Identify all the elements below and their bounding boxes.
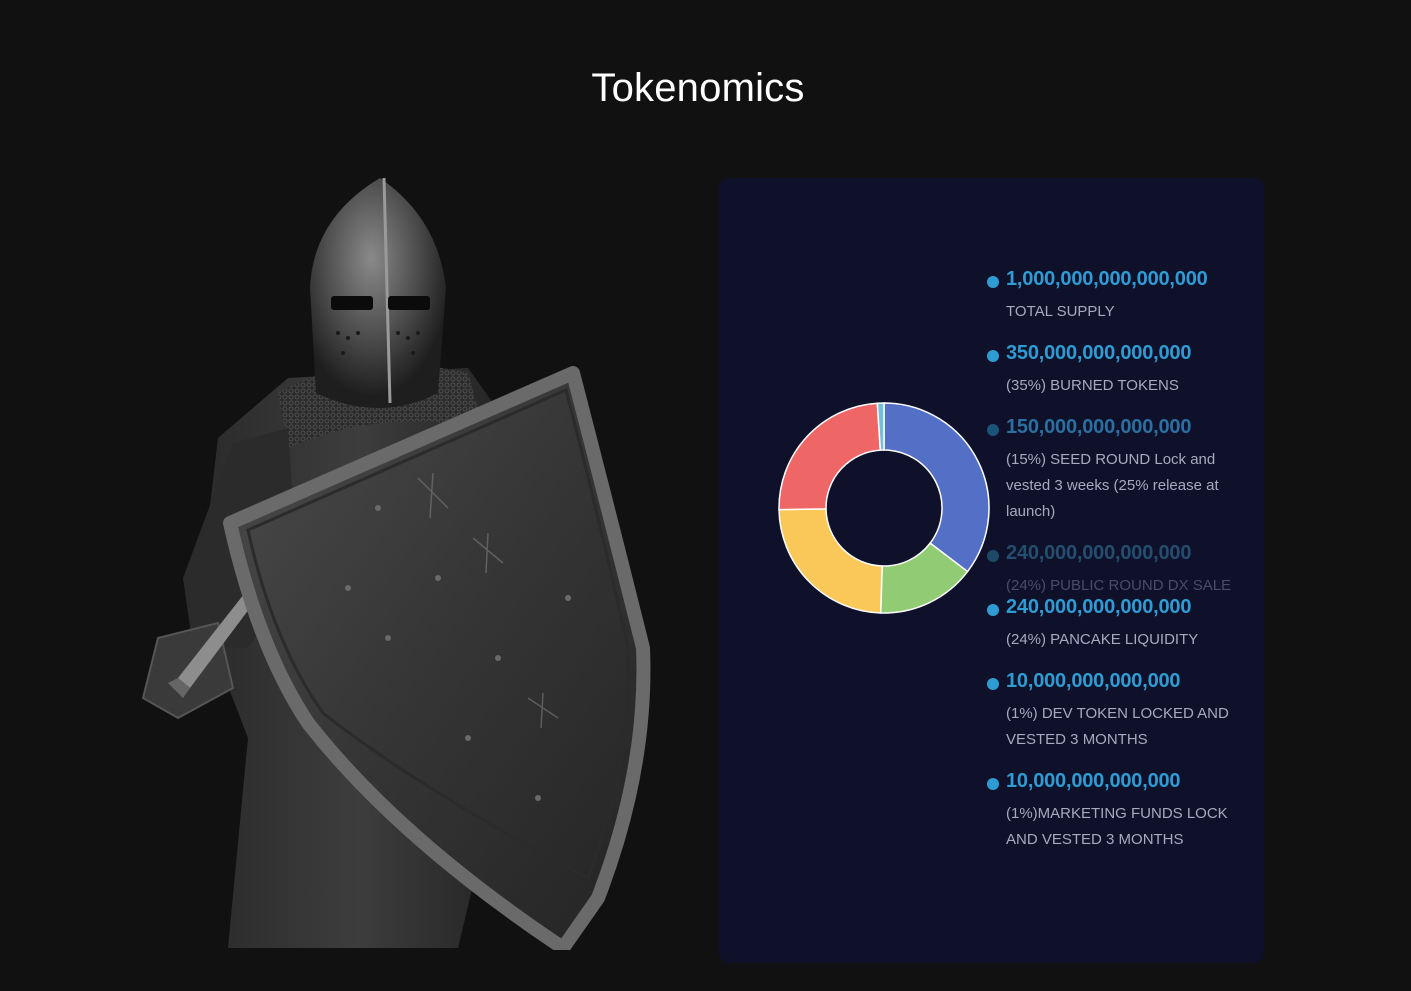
legend-amount: 10,000,000,000,000 xyxy=(1006,670,1181,692)
knight-image xyxy=(141,178,651,950)
bullet-dot-icon xyxy=(987,350,999,362)
legend-amount: 350,000,000,000,000 xyxy=(1006,342,1192,364)
donut-slice-2[interactable] xyxy=(778,508,883,614)
donut-slice-0[interactable] xyxy=(883,402,990,573)
bullet-dot-icon xyxy=(987,778,999,790)
legend-label: (24%) PANCAKE LIQUIDITY xyxy=(1006,631,1199,648)
legend-amount: 240,000,000,000,000 xyxy=(1006,596,1192,618)
section-title: Tokenomics xyxy=(591,66,805,110)
legend-amount: 150,000,000,000,000 xyxy=(1006,416,1192,438)
legend-label: (24%) PUBLIC ROUND DX SALE xyxy=(1006,577,1232,593)
legend-label: (1%) DEV TOKEN LOCKED AND VESTED 3 MONTH… xyxy=(1006,705,1229,748)
legend-amount: 240,000,000,000,000 xyxy=(1006,542,1192,564)
legend-label: (35%) BURNED TOKENS xyxy=(1006,377,1179,394)
donut-slice-3[interactable] xyxy=(778,402,882,511)
bullet-dot-icon xyxy=(987,678,999,690)
legend-label: TOTAL SUPPLY xyxy=(1006,303,1115,320)
bullet-dot-icon xyxy=(987,550,999,562)
legend-label: (15%) SEED ROUND Lock and vested 3 weeks… xyxy=(1006,451,1219,520)
bullet-dot-icon xyxy=(987,604,999,616)
tokenomics-donut-chart xyxy=(778,402,990,614)
bullet-dot-icon xyxy=(987,424,999,436)
tokenomics-section: Tokenomics 1,000,000,000,000,000 TOTAL S… xyxy=(0,0,1411,991)
legend-label: (1%)MARKETING FUNDS LOCK AND VESTED 3 MO… xyxy=(1006,805,1228,848)
legend-amount: 10,000,000,000,000 xyxy=(1006,770,1181,792)
legend-amount: 1,000,000,000,000,000 xyxy=(1006,268,1208,290)
bullet-dot-icon xyxy=(987,276,999,288)
